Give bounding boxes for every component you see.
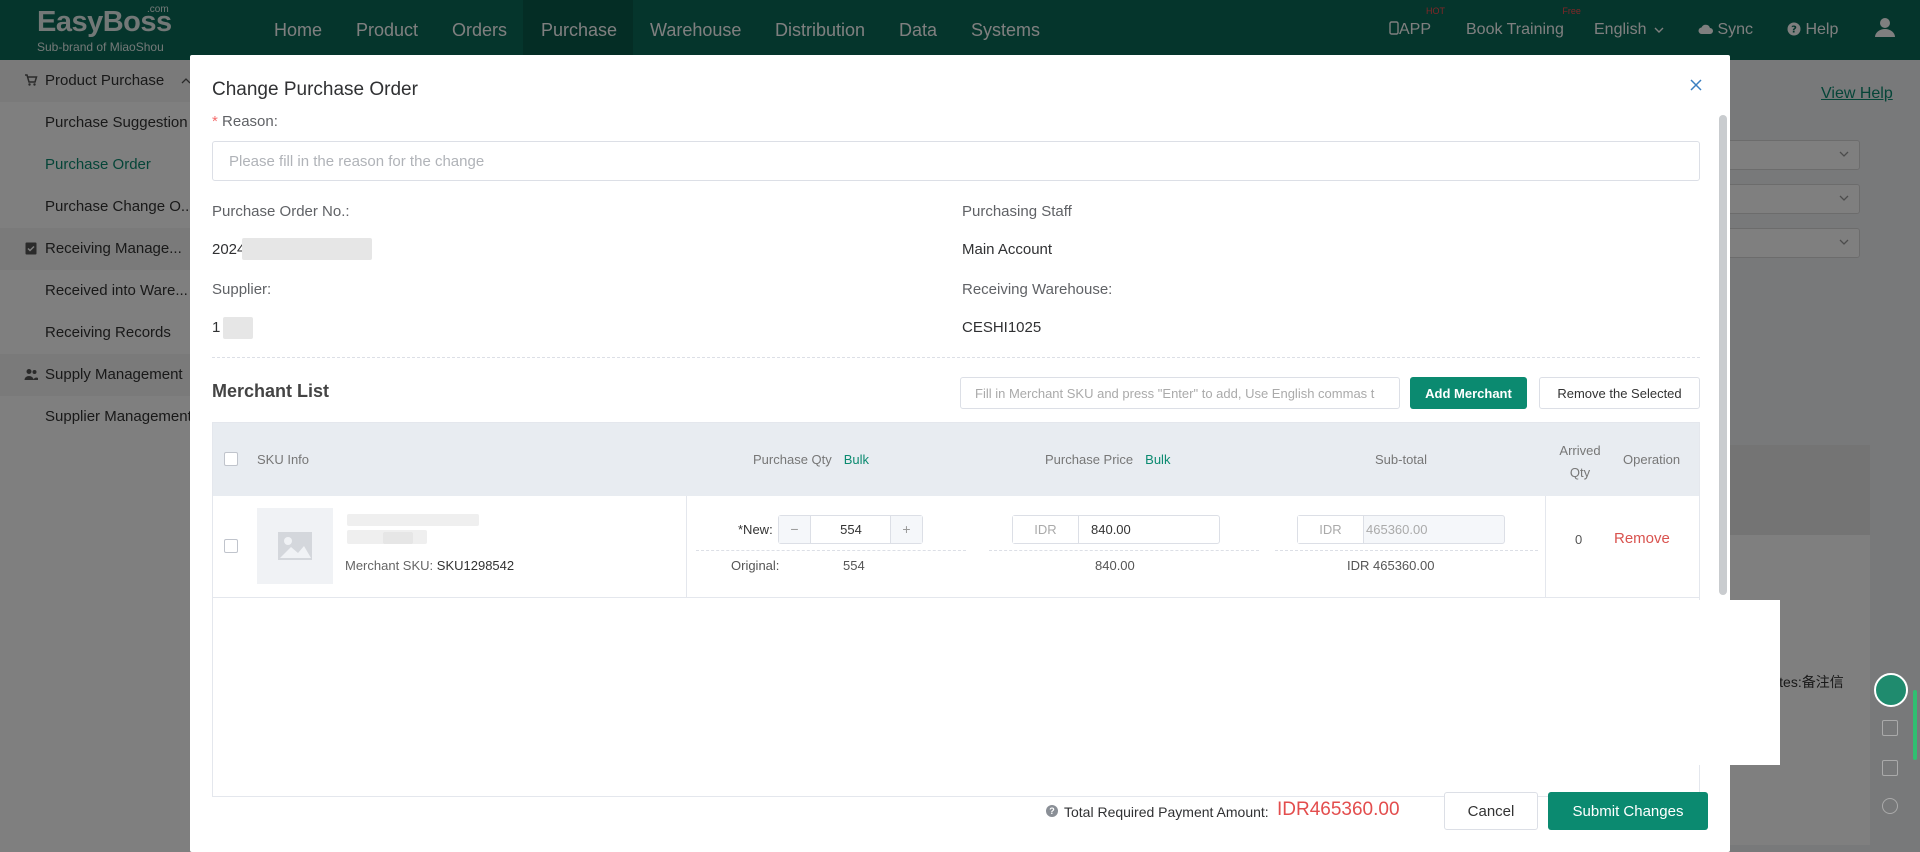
merchant-sku-input[interactable] <box>960 377 1400 409</box>
redacted-po-number <box>242 238 372 260</box>
merchant-list-title: Merchant List <box>212 381 330 401</box>
assistant-avatar[interactable] <box>1874 673 1908 707</box>
redacted-supplier <box>223 317 253 339</box>
qty-new-value[interactable]: 554 <box>812 516 890 543</box>
increment-button[interactable]: + <box>890 516 922 543</box>
reason-label-text: Reason: <box>222 113 278 130</box>
col-sku-info: SKU Info <box>257 452 310 467</box>
col-arrived-label-2: Qty <box>1569 465 1591 480</box>
new-label: *New: <box>738 522 773 537</box>
merchant-sku-value: SKU1298542 <box>436 558 515 573</box>
floating-popup <box>1480 600 1780 765</box>
qty-original-value: 554 <box>843 558 865 573</box>
dialog-title: Change Purchase Order <box>212 79 418 100</box>
receiving-warehouse-label: Receiving Warehouse: <box>962 281 1113 298</box>
dialog-scrollbar[interactable] <box>1719 115 1727 595</box>
refresh-icon[interactable] <box>1882 798 1898 814</box>
table-header: SKU Info Purchase Qty Bulk Purchase Price… <box>213 423 1699 496</box>
col-purchase-price: Purchase Price Bulk <box>1045 452 1170 467</box>
supplier-label: Supplier: <box>212 281 272 298</box>
product-image-placeholder <box>257 508 333 584</box>
remove-selected-button[interactable]: Remove the Selected <box>1539 377 1700 409</box>
remove-row-link[interactable]: Remove <box>1614 530 1670 547</box>
col-arrived-label-1: Arrived <box>1559 443 1601 458</box>
divider <box>1275 550 1538 551</box>
subtotal-original-value: IDR 465360.00 <box>1347 558 1435 573</box>
reason-input[interactable] <box>212 141 1700 181</box>
original-label: Original: <box>731 558 780 573</box>
merchant-sku: Merchant SKU: SKU1298542 <box>345 558 514 573</box>
total-amount-value: IDR465360.00 <box>1277 799 1400 820</box>
purchasing-staff-label: Purchasing Staff <box>962 203 1072 220</box>
col-purchase-qty: Purchase Qty Bulk <box>753 452 869 467</box>
submit-changes-button[interactable]: Submit Changes <box>1548 792 1708 830</box>
purchasing-staff-value: Main Account <box>962 241 1053 258</box>
divider <box>989 550 1259 551</box>
required-mark: * <box>212 113 223 130</box>
price-input[interactable]: IDR 840.00 <box>1012 515 1220 544</box>
total-amount-label: Total Required Payment Amount: <box>1064 804 1269 820</box>
subtotal-new-value: 465360.00 <box>1366 522 1428 537</box>
quantity-stepper: − 554 + <box>778 515 923 544</box>
merchant-sku-label: Merchant SKU: <box>345 558 434 573</box>
receiving-warehouse-value: CESHI1025 <box>962 319 1042 336</box>
bulk-qty-link[interactable]: Bulk <box>844 452 869 467</box>
reason-label: * Reason: <box>212 113 278 130</box>
col-arrived-qty: Arrived Qty <box>1555 440 1605 484</box>
scroll-indicator <box>1913 690 1917 760</box>
arrived-qty-value: 0 <box>1575 532 1583 547</box>
col-operation: Operation <box>1623 452 1681 467</box>
row-checkbox[interactable] <box>224 539 238 553</box>
subtotal-input: IDR 465360.00 <box>1297 515 1505 544</box>
redacted-product-name <box>347 514 479 526</box>
price-original-value: 840.00 <box>1095 558 1135 573</box>
supplier-value: 1 <box>212 319 221 336</box>
col-subtotal: Sub-total <box>1375 452 1428 467</box>
divider <box>696 550 966 551</box>
col-purchase-qty-label: Purchase Qty <box>753 452 832 467</box>
merchant-table: SKU Info Purchase Qty Bulk Purchase Price… <box>212 422 1700 797</box>
col-divider <box>1545 496 1546 598</box>
message-icon[interactable] <box>1882 760 1898 776</box>
select-all-checkbox[interactable] <box>224 452 238 466</box>
table-row: Merchant SKU: SKU1298542 *New: − 554 + O… <box>213 496 1699 598</box>
col-divider <box>686 496 687 598</box>
close-icon[interactable] <box>1688 77 1704 93</box>
cancel-button[interactable]: Cancel <box>1444 792 1538 830</box>
redacted-product-variant-2 <box>383 532 413 544</box>
save-icon[interactable] <box>1882 720 1898 736</box>
price-currency: IDR <box>1013 516 1079 543</box>
add-merchant-button[interactable]: Add Merchant <box>1410 377 1527 409</box>
divider <box>212 357 1700 358</box>
decrement-button[interactable]: − <box>779 516 811 543</box>
po-number-label: Purchase Order No.: <box>212 203 350 220</box>
price-new-value[interactable]: 840.00 <box>1091 516 1131 543</box>
image-icon <box>278 532 312 560</box>
col-purchase-price-label: Purchase Price <box>1045 452 1134 467</box>
po-number-value: 2024 <box>212 241 246 258</box>
help-icon[interactable]: ? <box>1046 805 1058 817</box>
subtotal-currency: IDR <box>1298 516 1364 543</box>
bulk-price-link[interactable]: Bulk <box>1145 452 1170 467</box>
